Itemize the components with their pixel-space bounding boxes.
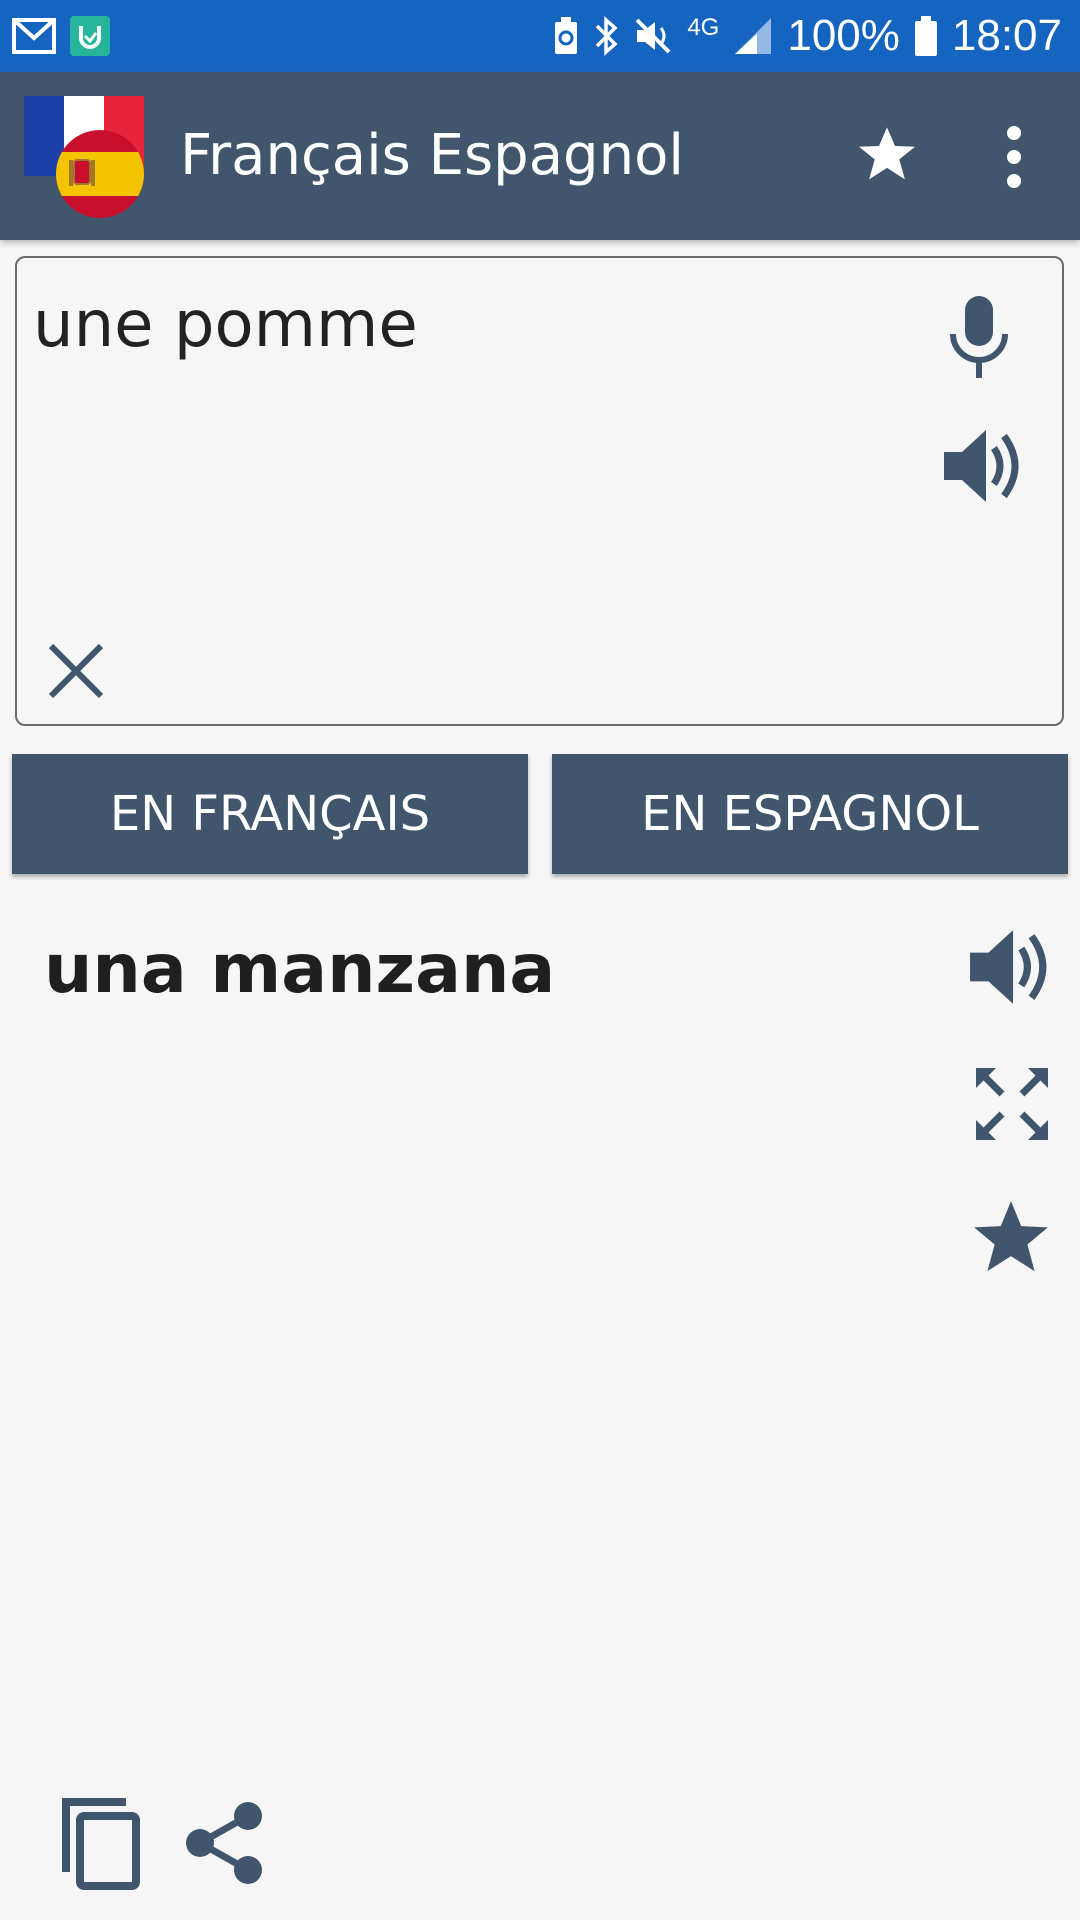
copy-icon[interactable]	[60, 1796, 142, 1890]
mi-icon	[70, 16, 110, 56]
more-vert-icon[interactable]	[1000, 124, 1028, 190]
flags-icon	[22, 94, 146, 218]
input-card[interactable]: une pomme	[15, 256, 1064, 726]
mute-icon	[633, 16, 673, 56]
battery-percent: 100%	[787, 11, 900, 60]
app-title: Français Espagnol	[180, 123, 684, 188]
to-spanish-button[interactable]: EN ESPAGNOL	[552, 754, 1068, 874]
speaker-icon[interactable]	[968, 926, 1052, 1008]
bluetooth-icon	[593, 16, 619, 56]
to-french-button[interactable]: EN FRANÇAIS	[12, 754, 528, 874]
translation-result: una manzana	[44, 930, 556, 1009]
battery-saver-icon	[553, 16, 579, 56]
signal-icon	[733, 16, 773, 56]
fullscreen-icon[interactable]	[974, 1066, 1050, 1142]
clock: 18:07	[951, 11, 1062, 60]
favorites-star-icon[interactable]	[855, 122, 919, 186]
close-icon[interactable]	[47, 642, 105, 700]
status-bar: 4G 100% 18:07	[0, 0, 1080, 72]
mail-icon	[12, 16, 56, 56]
speaker-icon[interactable]	[942, 426, 1024, 506]
mic-icon[interactable]	[947, 294, 1011, 380]
share-icon[interactable]	[184, 1800, 264, 1886]
battery-icon	[914, 15, 938, 57]
star-icon[interactable]	[970, 1196, 1052, 1278]
source-text-input[interactable]: une pomme	[33, 288, 418, 362]
network-type: 4G	[687, 14, 720, 41]
